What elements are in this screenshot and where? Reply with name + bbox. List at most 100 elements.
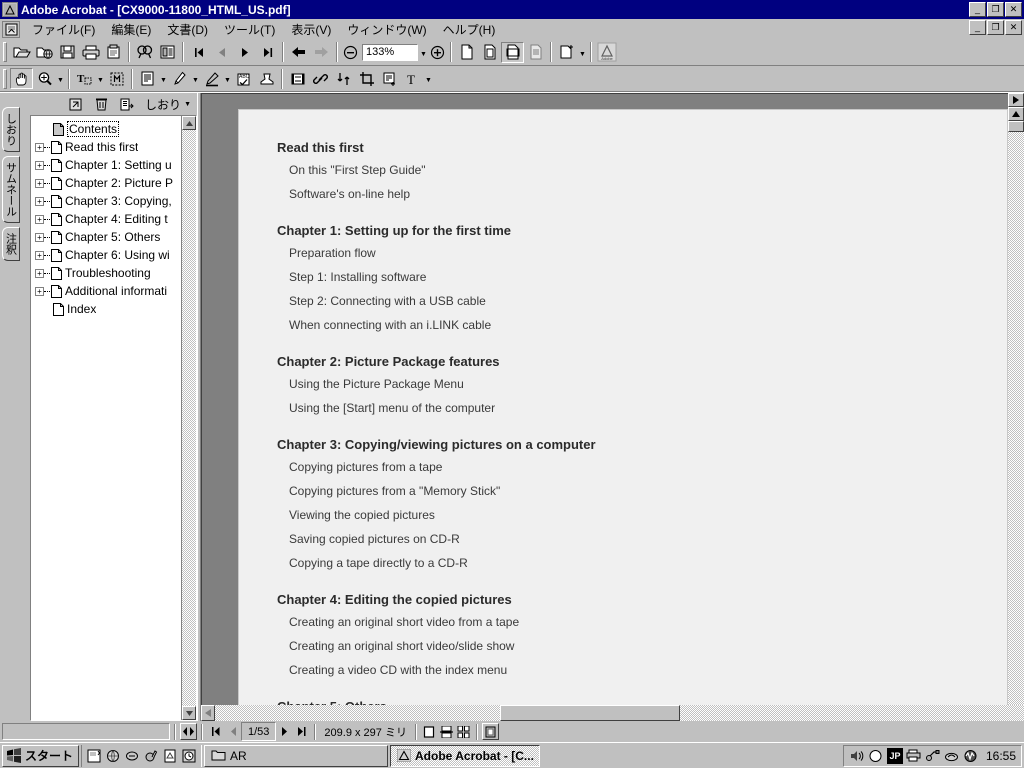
document-viewport[interactable]: Read this first On this "First Step Guide… <box>201 93 1008 705</box>
bookmark-item[interactable]: + Chapter 5: Others <box>31 228 181 246</box>
toc-entry[interactable]: Creating an original short video from a … <box>289 615 987 629</box>
minimize-button[interactable]: _ <box>969 2 986 17</box>
bookmark-item[interactable]: + Chapter 2: Picture P <box>31 174 181 192</box>
bookmark-item[interactable]: Contents <box>31 120 181 138</box>
show-desktop-icon[interactable] <box>86 748 102 764</box>
toc-entry[interactable]: Copying pictures from a tape <box>289 460 987 474</box>
volume-icon[interactable] <box>849 748 865 764</box>
taskbar-item-acrobat[interactable]: Adobe Acrobat - [C... <box>390 744 541 767</box>
expand-toggle-icon[interactable]: + <box>35 250 44 260</box>
bookmark-options-icon[interactable] <box>119 96 135 112</box>
email-icon[interactable] <box>102 41 125 63</box>
link-tool-icon[interactable] <box>309 68 332 89</box>
toc-entry[interactable]: Preparation flow <box>289 246 987 260</box>
bookmark-item[interactable]: + Troubleshooting <box>31 264 181 282</box>
scroll-down-button[interactable] <box>182 706 196 720</box>
tab-bookmarks[interactable]: しおり <box>1 107 20 152</box>
tab-comments[interactable]: 注釈 <box>1 227 20 261</box>
expand-toggle-icon[interactable]: + <box>35 196 44 206</box>
toc-heading[interactable]: Chapter 5: Others <box>277 699 987 705</box>
toc-heading[interactable]: Read this first <box>277 140 987 155</box>
menu-tools[interactable]: ツール(T) <box>216 19 283 40</box>
toc-entry[interactable]: When connecting with an i.LINK cable <box>289 318 987 332</box>
page-view-dropdown-icon[interactable]: ▼ <box>578 42 587 63</box>
article-tool-icon[interactable] <box>332 68 355 89</box>
taskbar-item-ar[interactable]: AR <box>204 744 389 767</box>
status-previous-page-icon[interactable] <box>224 723 241 740</box>
sound-icon[interactable] <box>963 748 979 764</box>
single-page-icon[interactable] <box>555 41 578 63</box>
outlook-icon[interactable] <box>124 748 140 764</box>
highlight-tool-icon[interactable] <box>200 68 223 89</box>
resize-grip-icon[interactable] <box>180 723 197 740</box>
notepad-icon[interactable] <box>162 748 178 764</box>
reflow-icon[interactable] <box>524 41 547 63</box>
expand-toggle-icon[interactable]: + <box>35 178 44 188</box>
mdi-minimize-button[interactable]: _ <box>969 20 986 35</box>
stamp-tool-icon[interactable] <box>255 68 278 89</box>
single-page-view-icon[interactable] <box>421 723 438 740</box>
doc-scroll-up-button[interactable] <box>1008 107 1024 121</box>
toc-entry[interactable]: Using the [Start] menu of the computer <box>289 401 987 415</box>
toc-entry[interactable]: Saving copied pictures on CD-R <box>289 532 987 546</box>
bookmarks-panel-title-group[interactable]: しおり ▼ <box>145 96 191 113</box>
zoom-out-icon[interactable] <box>341 41 360 63</box>
page-number-field[interactable]: 1/53 <box>241 722 277 741</box>
toc-entry[interactable]: On this "First Step Guide" <box>289 163 987 177</box>
go-back-icon[interactable] <box>287 41 310 63</box>
zoom-input[interactable]: 133% <box>362 43 418 61</box>
menu-view[interactable]: 表示(V) <box>283 19 339 40</box>
menu-window[interactable]: ウィンドウ(W) <box>339 19 434 40</box>
bookmark-item[interactable]: + Read this first <box>31 138 181 156</box>
menu-document[interactable]: 文書(D) <box>159 19 216 40</box>
movie-tool-icon[interactable] <box>286 68 309 89</box>
search-index-icon[interactable] <box>156 41 179 63</box>
toc-heading[interactable]: Chapter 2: Picture Package features <box>277 354 987 369</box>
print-icon[interactable] <box>79 41 102 63</box>
text-touchup-icon[interactable]: T <box>401 68 424 89</box>
toc-entry[interactable]: Viewing the copied pictures <box>289 508 987 522</box>
zoom-in-icon[interactable] <box>428 41 447 63</box>
toolbar-grip[interactable] <box>3 42 7 62</box>
expand-toggle-icon[interactable]: + <box>35 214 44 224</box>
document-horizontal-scrollbar[interactable] <box>201 705 1024 721</box>
go-forward-icon[interactable] <box>310 41 333 63</box>
toc-heading[interactable]: Chapter 4: Editing the copied pictures <box>277 592 987 607</box>
next-page-icon[interactable] <box>233 41 256 63</box>
status-last-page-icon[interactable] <box>293 723 310 740</box>
note-dropdown-icon[interactable]: ▼ <box>159 68 168 89</box>
spell-check-icon[interactable]: ABC <box>232 68 255 89</box>
zoom-tool-icon[interactable] <box>33 68 56 89</box>
toc-heading[interactable]: Chapter 3: Copying/viewing pictures on a… <box>277 437 987 452</box>
expand-toggle-icon[interactable]: + <box>35 286 44 296</box>
doc-scrollbar-thumb[interactable] <box>1008 121 1024 132</box>
scrollbar-track[interactable] <box>182 130 196 706</box>
find-icon[interactable] <box>133 41 156 63</box>
expand-toggle-icon[interactable]: + <box>35 232 44 242</box>
toc-entry[interactable]: Using the Picture Package Menu <box>289 377 987 391</box>
touchup-dropdown-icon[interactable]: ▼ <box>424 68 433 89</box>
doc-scrollbar-track[interactable] <box>1008 132 1024 705</box>
new-bookmark-icon[interactable] <box>67 96 83 112</box>
close-button[interactable]: ✕ <box>1005 2 1022 17</box>
open-web-icon[interactable] <box>33 41 56 63</box>
doc-hscroll-thumb[interactable] <box>499 705 680 721</box>
toolbar-grip[interactable] <box>3 68 7 89</box>
last-page-icon[interactable] <box>256 41 279 63</box>
bookmarks-scrollbar[interactable] <box>181 116 196 720</box>
mdi-close-button[interactable]: ✕ <box>1005 20 1022 35</box>
toc-entry[interactable]: Step 1: Installing software <box>289 270 987 284</box>
doc-scroll-right-button[interactable] <box>1008 93 1024 107</box>
maximize-button[interactable]: ❐ <box>987 2 1004 17</box>
ime-jp-icon[interactable]: JP <box>886 747 903 764</box>
menu-edit[interactable]: 編集(E) <box>103 19 159 40</box>
expand-toggle-icon[interactable]: + <box>35 142 44 152</box>
adobe-online-icon[interactable]: Adobe <box>595 41 618 63</box>
pencil-dropdown-icon[interactable]: ▼ <box>191 68 200 89</box>
doc-hscroll-track-right[interactable] <box>679 705 1024 721</box>
bookmark-item[interactable]: + Additional informati <box>31 282 181 300</box>
form-tool-icon[interactable] <box>378 68 401 89</box>
note-tool-icon[interactable] <box>136 68 159 89</box>
document-control-icon[interactable] <box>2 20 20 38</box>
doc-hscroll-track[interactable] <box>215 705 500 721</box>
